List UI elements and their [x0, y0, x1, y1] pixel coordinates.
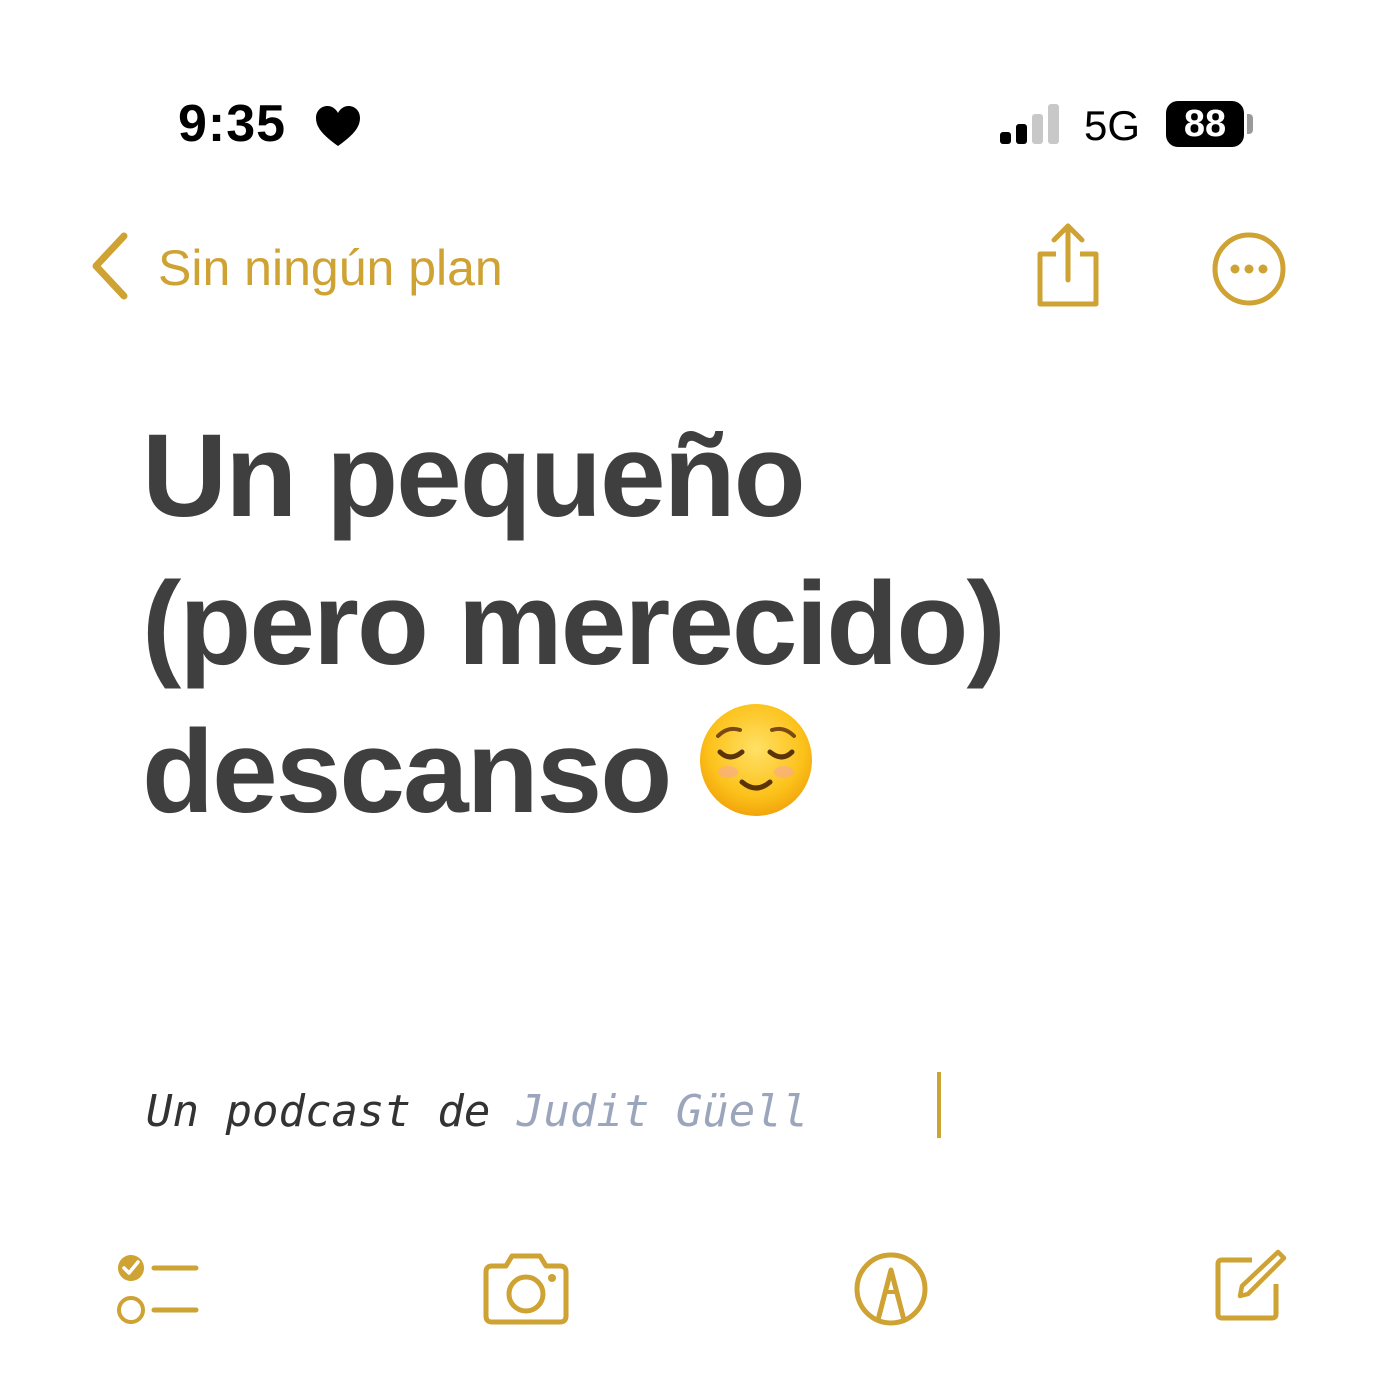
note-byline[interactable]: Un podcast de Judit Güell	[146, 1080, 808, 1144]
note-title[interactable]: Un pequeño (pero merecido) descanso	[142, 402, 1292, 846]
battery-level: 88	[1166, 101, 1244, 147]
title-line-3: descanso	[142, 698, 1292, 846]
title-line-1: Un pequeño	[142, 410, 806, 542]
heart-icon	[316, 106, 360, 146]
more-icon[interactable]	[1210, 230, 1288, 308]
byline-author: Judit Güell	[516, 1086, 809, 1137]
relieved-face-emoji	[700, 704, 813, 816]
share-icon[interactable]	[1030, 222, 1106, 308]
status-time: 9:35	[178, 95, 287, 153]
title-line-2: (pero merecido)	[142, 558, 1006, 690]
back-button[interactable]: Sin ningún plan	[158, 236, 503, 300]
signal-icon	[1000, 104, 1059, 144]
battery-tip	[1247, 114, 1253, 134]
markup-icon[interactable]	[852, 1250, 930, 1328]
chevron-left-icon[interactable]	[88, 230, 132, 302]
byline-prefix: Un podcast de	[146, 1086, 517, 1137]
camera-icon[interactable]	[480, 1252, 572, 1326]
compose-icon[interactable]	[1212, 1248, 1288, 1324]
title-line-3-text: descanso	[142, 706, 672, 838]
checklist-icon[interactable]	[114, 1250, 200, 1328]
text-cursor	[937, 1072, 941, 1138]
network-type: 5G	[1084, 102, 1141, 149]
